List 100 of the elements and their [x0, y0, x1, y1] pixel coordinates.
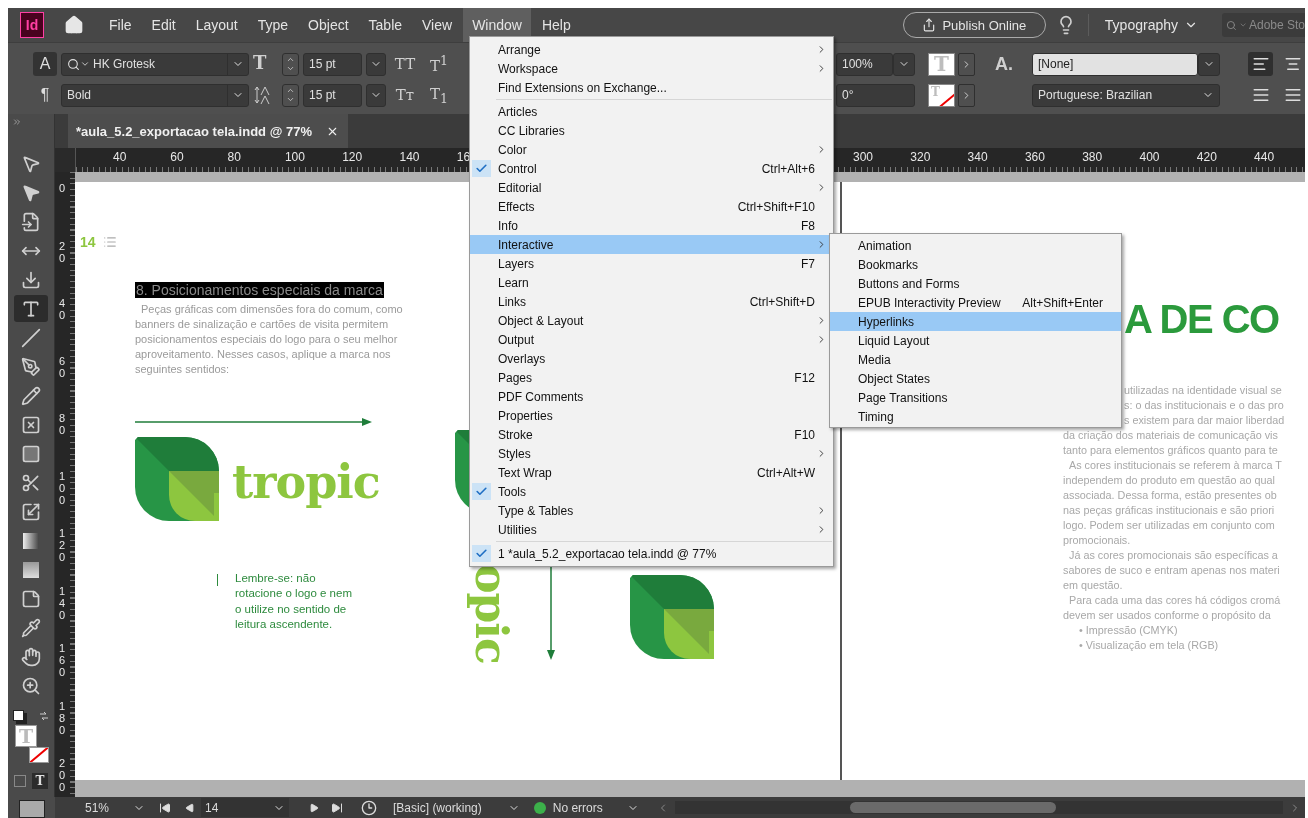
- menu-item[interactable]: PDF Comments: [470, 387, 833, 406]
- menu-item[interactable]: Styles: [470, 444, 833, 463]
- menu-item[interactable]: Find Extensions on Exchange...: [470, 78, 833, 97]
- stroke-menu-button[interactable]: [958, 83, 975, 107]
- menu-item[interactable]: Text Wrap Ctrl+Alt+W: [470, 463, 833, 482]
- text-mode-button[interactable]: T: [32, 773, 48, 789]
- menu-item[interactable]: Edit: [142, 8, 185, 42]
- menu-item[interactable]: Timing: [830, 407, 1121, 426]
- leading-field[interactable]: 15 pt: [303, 83, 362, 107]
- menu-item[interactable]: Arrange: [470, 40, 833, 59]
- ruler-label: 360: [1024, 150, 1045, 164]
- document-tab[interactable]: *aula_5.2_exportacao tela.indd @ 77%: [68, 114, 348, 148]
- scrollbar[interactable]: [674, 801, 1283, 814]
- screen-mode-icon[interactable]: [18, 800, 45, 818]
- next-page-icon[interactable]: [309, 802, 320, 813]
- menu-item[interactable]: Table: [359, 8, 412, 42]
- menu-item[interactable]: EPUB Interactivity Preview Alt+Shift+Enter: [830, 293, 1121, 312]
- menu-item[interactable]: 1 *aula_5.2_exportacao tela.indd @ 77%: [470, 544, 833, 563]
- all-caps-button[interactable]: TT: [390, 52, 420, 76]
- ruler-label: 400: [1139, 150, 1160, 164]
- menu-item[interactable]: Type & Tables: [470, 501, 833, 520]
- menu-item[interactable]: Hyperlinks: [830, 312, 1121, 331]
- menu-item[interactable]: Object: [299, 8, 358, 42]
- ruler-label: 80: [227, 150, 241, 164]
- text-line: da criação dos materiais de comunicação vis: [1063, 430, 1278, 441]
- menu-item[interactable]: Layout: [186, 8, 247, 42]
- menu-item[interactable]: Overlays: [470, 349, 833, 368]
- menu-item[interactable]: Buttons and Forms: [830, 274, 1121, 293]
- ruler-label: 420: [1196, 150, 1217, 164]
- dropdown-button[interactable]: [1198, 52, 1220, 76]
- menu-item[interactable]: Tools: [470, 482, 833, 501]
- superscript-button[interactable]: T$^{1}$: [424, 52, 454, 76]
- preflight-profile[interactable]: [Basic] (working): [393, 800, 482, 815]
- menu-item[interactable]: Object & Layout: [470, 311, 833, 330]
- workspace-dropdown[interactable]: Typography: [1100, 17, 1202, 33]
- menu-item[interactable]: Help: [532, 8, 580, 42]
- skew-field[interactable]: 0°: [836, 83, 915, 107]
- menu-item[interactable]: Bookmarks: [830, 255, 1121, 274]
- clock-icon[interactable]: [361, 799, 378, 816]
- small-caps-button[interactable]: Tᴛ: [390, 83, 420, 107]
- gradient-swatch-icon: [21, 530, 41, 551]
- stroke-swatch[interactable]: [29, 747, 49, 763]
- menu-item[interactable]: Pages F12: [470, 368, 833, 387]
- previous-page-icon[interactable]: [185, 802, 196, 813]
- default-colors-icon[interactable]: [13, 710, 24, 721]
- menu-item[interactable]: Object States: [830, 369, 1121, 388]
- scale-field[interactable]: 100%: [836, 52, 893, 76]
- swap-arrows-icon[interactable]: [39, 711, 49, 721]
- language-dropdown[interactable]: Portuguese: Brazilian: [1032, 83, 1220, 107]
- stepper[interactable]: [282, 52, 299, 76]
- menu-item[interactable]: View: [413, 8, 462, 42]
- menu-item[interactable]: Articles: [470, 102, 833, 121]
- menu-item[interactable]: Properties: [470, 406, 833, 425]
- dropdown-button[interactable]: [366, 52, 386, 76]
- menu-item[interactable]: Info F8: [470, 216, 833, 235]
- paragraph-mode-button[interactable]: ¶: [33, 83, 57, 107]
- subscript-button[interactable]: T$_{1}$: [424, 83, 454, 107]
- container-mode-icon[interactable]: [14, 775, 26, 787]
- menu-item[interactable]: File: [100, 8, 141, 42]
- ruler-label: 180: [59, 699, 66, 736]
- menu-item[interactable]: Page Transitions: [830, 388, 1121, 407]
- menu-item[interactable]: Workspace: [470, 59, 833, 78]
- menu-item[interactable]: Links Ctrl+Shift+D: [470, 292, 833, 311]
- font-style-field[interactable]: Bold: [61, 83, 249, 107]
- ruler-label: 60: [59, 354, 66, 379]
- menu-item[interactable]: Liquid Layout: [830, 331, 1121, 350]
- menu-item[interactable]: Layers F7: [470, 254, 833, 273]
- first-page-icon[interactable]: [159, 801, 172, 814]
- note-text: Lembre-se: não rotacione o logo e nem o utilize no sentido de leitura ascendente.: [235, 571, 353, 632]
- font-family-field[interactable]: HK Grotesk: [61, 52, 249, 76]
- menu-item[interactable]: Stroke F10: [470, 425, 833, 444]
- menu-item[interactable]: Animation: [830, 236, 1121, 255]
- ruler-label: 140: [59, 584, 66, 621]
- arrow-right-icon: [135, 418, 372, 426]
- menu-item[interactable]: Effects Ctrl+Shift+F10: [470, 197, 833, 216]
- ruler-label: 120: [59, 527, 66, 564]
- menu-item[interactable]: CC Libraries: [470, 121, 833, 140]
- menu-item[interactable]: Control Ctrl+Alt+6: [470, 159, 833, 178]
- menu-item[interactable]: Output: [470, 330, 833, 349]
- menu-item[interactable]: Editorial: [470, 178, 833, 197]
- zoom-level[interactable]: 51%: [85, 800, 110, 815]
- dropdown-button[interactable]: [893, 52, 915, 76]
- character-style-field[interactable]: [None]: [1032, 52, 1198, 76]
- last-page-icon[interactable]: [331, 801, 344, 814]
- page-field[interactable]: 14: [201, 798, 290, 817]
- home-icon[interactable]: [64, 15, 84, 35]
- font-size-field[interactable]: 15 pt: [303, 52, 362, 76]
- stepper[interactable]: [282, 83, 299, 107]
- tool-button[interactable]: [14, 295, 48, 322]
- preflight-status: No errors: [552, 800, 603, 815]
- fill-menu-button[interactable]: [958, 52, 975, 76]
- menu-item[interactable]: Learn: [470, 273, 833, 292]
- menu-item[interactable]: Type: [248, 8, 298, 42]
- tray-icon: [21, 269, 41, 290]
- dropdown-button[interactable]: [366, 83, 386, 107]
- menu-item[interactable]: Color: [470, 140, 833, 159]
- character-mode-button[interactable]: A: [33, 52, 57, 76]
- menu-item[interactable]: Utilities: [470, 520, 833, 539]
- align-left-button[interactable]: [1248, 52, 1273, 76]
- menu-item[interactable]: Media: [830, 350, 1121, 369]
